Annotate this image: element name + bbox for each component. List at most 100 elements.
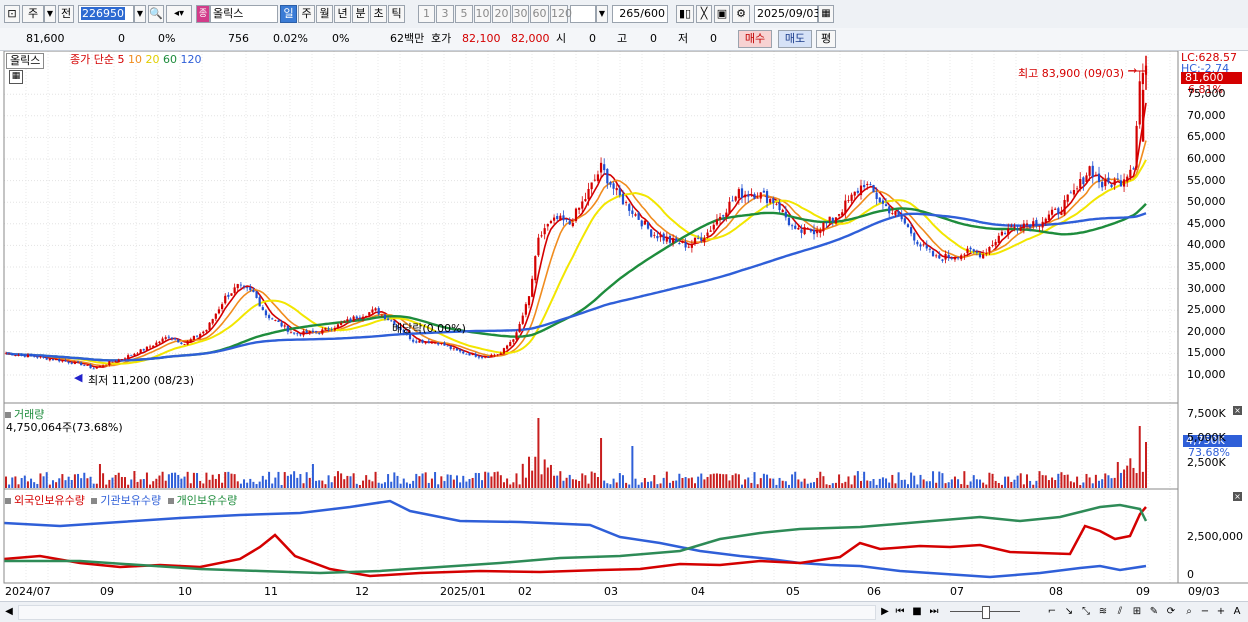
channel-tool-icon[interactable]: ⫽ xyxy=(1113,604,1127,619)
prev-button[interactable]: 전 xyxy=(58,5,74,23)
chevron-down-icon[interactable]: ▼ xyxy=(44,5,56,23)
candle-body xyxy=(17,354,20,356)
volume-bar xyxy=(468,479,471,488)
period-button[interactable]: 일 xyxy=(280,5,297,23)
text-size-icon[interactable]: A xyxy=(1230,604,1244,619)
period-button[interactable]: 초 xyxy=(370,5,387,23)
candle-body xyxy=(368,312,371,316)
evaluate-button[interactable]: 평 xyxy=(816,30,836,48)
date-field[interactable]: 2025/09/03 xyxy=(754,5,820,23)
candle-type-icon[interactable]: ▮▯ xyxy=(676,5,694,23)
scroll-right-icon[interactable]: ▶ xyxy=(878,604,892,619)
interval-button[interactable]: 60 xyxy=(530,5,549,23)
price-tick: 65,000 xyxy=(1187,130,1226,144)
period-button[interactable]: 주 xyxy=(298,5,315,23)
stop-icon[interactable]: ■ xyxy=(910,604,924,619)
volume-bar xyxy=(803,478,806,488)
last-icon[interactable]: ⏭ xyxy=(927,604,941,619)
window-icon[interactable]: ⊡ xyxy=(4,5,20,23)
volume-bar xyxy=(656,484,659,488)
volume-bar xyxy=(327,475,330,488)
volume-bar xyxy=(14,476,17,488)
interval-button[interactable]: 10 xyxy=(474,5,491,23)
search-icon[interactable]: 🔍 xyxy=(148,5,164,23)
period-button[interactable]: 년 xyxy=(334,5,351,23)
blank-field[interactable] xyxy=(570,5,596,23)
chevron-down-icon[interactable]: ▼ xyxy=(134,5,146,23)
interval-button[interactable]: 5 xyxy=(455,5,473,23)
volume-bar xyxy=(427,482,430,488)
close-icon[interactable]: × xyxy=(1233,492,1242,501)
price-tick: 55,000 xyxy=(1187,173,1226,187)
period-button[interactable]: 분 xyxy=(352,5,369,23)
gear-icon[interactable]: ⚙ xyxy=(732,5,750,23)
chevron-down-icon[interactable]: ▼ xyxy=(596,5,608,23)
zoom-out-icon[interactable]: − xyxy=(1198,604,1212,619)
count-field[interactable]: 265/600 xyxy=(612,5,668,23)
volume-bar xyxy=(189,483,192,488)
candle-body xyxy=(621,193,625,205)
candle-body xyxy=(847,200,850,201)
zoom-slider-handle[interactable] xyxy=(982,606,990,619)
x-axis-right-label: 09/03 xyxy=(1188,585,1220,598)
volume-bar xyxy=(452,479,455,488)
grid-tool-icon[interactable]: ⊞ xyxy=(1130,604,1144,619)
stock-name-field[interactable]: 올릭스 xyxy=(210,5,278,23)
text-tool-icon[interactable]: ✎ xyxy=(1147,604,1161,619)
interval-button[interactable]: 120 xyxy=(550,5,572,23)
stock-legend[interactable]: 올릭스 xyxy=(6,53,45,69)
speaker-icon[interactable]: ◂▾ xyxy=(166,5,192,23)
drawing-tool-icon[interactable]: ⌐ xyxy=(1045,604,1059,619)
volume-bar xyxy=(1098,480,1101,488)
table-icon[interactable]: ▦ xyxy=(9,70,23,84)
market-select[interactable]: 주 xyxy=(22,5,44,23)
low-annotation: 최저 11,200 (08/23) xyxy=(88,374,195,387)
period-button[interactable]: 월 xyxy=(316,5,333,23)
close-icon[interactable]: × xyxy=(1233,406,1242,415)
volume-bar xyxy=(838,474,841,488)
period-button[interactable]: 틱 xyxy=(388,5,405,23)
stock-code-input[interactable]: 226950 xyxy=(78,5,134,23)
interval-button[interactable]: 20 xyxy=(492,5,511,23)
candle-body xyxy=(286,325,289,332)
chart-canvas[interactable] xyxy=(0,50,1248,601)
candle-body xyxy=(938,255,941,259)
sell-button[interactable]: 매도 xyxy=(778,30,812,48)
change-percent: 0% xyxy=(158,32,176,45)
volume-bar xyxy=(1032,484,1035,488)
trend-tool-icon[interactable]: ⤡ xyxy=(1079,604,1093,619)
zoom-in-icon[interactable]: + xyxy=(1214,604,1228,619)
volume-bar xyxy=(822,476,825,488)
scroll-track[interactable] xyxy=(18,605,876,620)
fibonacci-tool-icon[interactable]: ≋ xyxy=(1096,604,1110,619)
candle-body xyxy=(152,345,155,348)
candle-body xyxy=(148,346,152,348)
interval-button[interactable]: 1 xyxy=(418,5,435,23)
volume-bar xyxy=(841,483,844,488)
volume-bar xyxy=(900,479,903,488)
candle-body xyxy=(841,212,844,216)
chart-scrollbar[interactable]: ◀ ▶ ⏮ ■ ⏭ ⌐ ↘ ⤡ ≋ ⫽ ⊞ ✎ ⟳ ⌕ − + A xyxy=(0,601,1248,622)
candle-body xyxy=(293,332,296,334)
volume-bar xyxy=(625,482,628,488)
first-icon[interactable]: ⏮ xyxy=(893,604,907,619)
scroll-left-icon[interactable]: ◀ xyxy=(2,604,16,619)
chart-area[interactable]: 올릭스 종가 단순 5 10 20 60 120 ▦ 최고 83,900 (09… xyxy=(0,50,1248,601)
magnify-icon[interactable]: ⌕ xyxy=(1182,604,1196,619)
volume-bar xyxy=(1132,467,1135,488)
volume-bar xyxy=(766,474,769,488)
candle-body xyxy=(897,211,900,215)
cycle-tool-icon[interactable]: ⟳ xyxy=(1164,604,1178,619)
buy-button[interactable]: 매수 xyxy=(738,30,772,48)
interval-button[interactable]: 3 xyxy=(436,5,454,23)
candle-body xyxy=(443,342,446,346)
save-icon[interactable]: ▣ xyxy=(714,5,730,23)
candle-body xyxy=(1082,177,1085,185)
line-tool-icon[interactable]: ↘ xyxy=(1062,604,1076,619)
calendar-icon[interactable]: ▦ xyxy=(818,5,834,23)
interval-button[interactable]: 30 xyxy=(512,5,529,23)
volume-bar xyxy=(434,472,437,488)
candle-body xyxy=(966,248,969,254)
crosshair-icon[interactable]: ╳ xyxy=(696,5,712,23)
candle-body xyxy=(963,254,966,256)
